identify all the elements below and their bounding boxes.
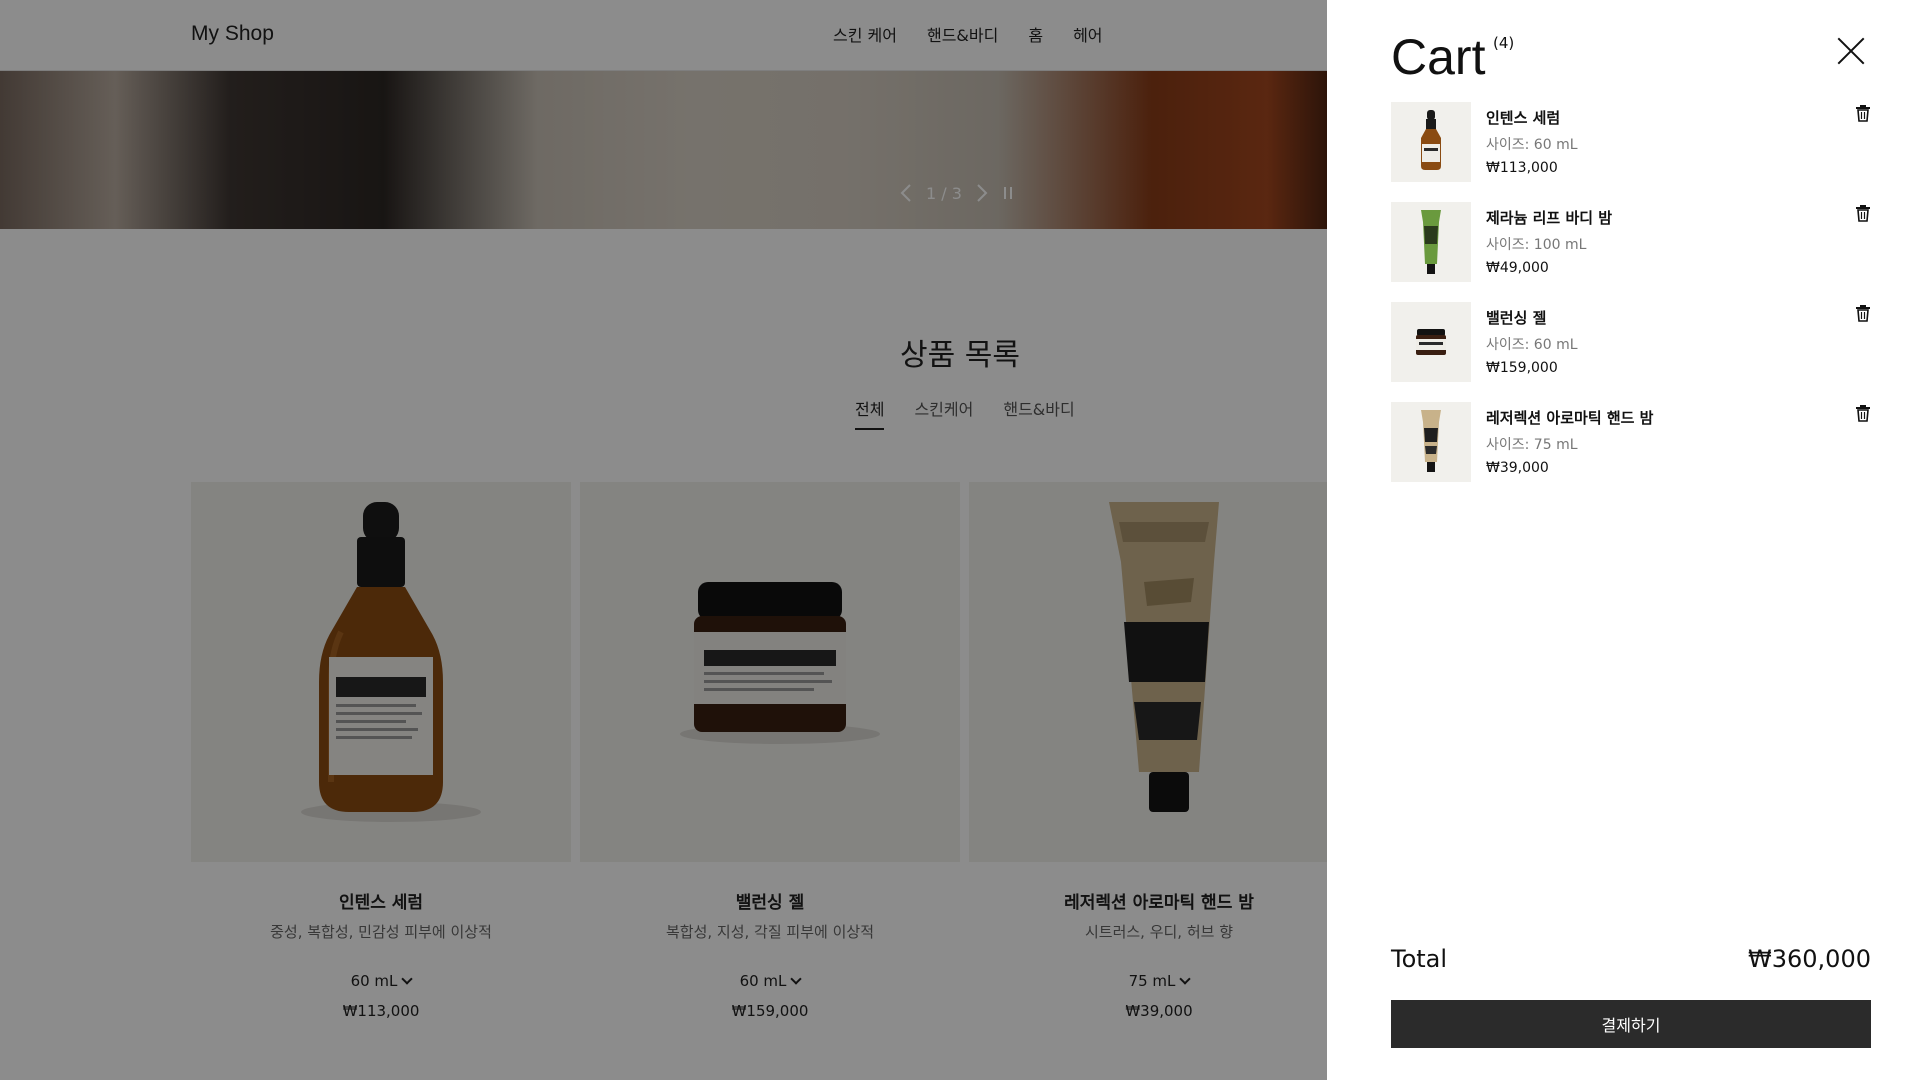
cart-item-name[interactable]: 밸런싱 젤: [1486, 307, 1578, 328]
cart-item-name[interactable]: 제라늄 리프 바디 밤: [1486, 207, 1612, 228]
cart-item-price: ₩49,000: [1486, 260, 1549, 276]
cart-item: 제라늄 리프 바디 밤 사이즈: 100 mL ₩49,000: [1391, 202, 1871, 302]
cart-item-info: 레저렉션 아로마틱 핸드 밤 사이즈: 75 mL ₩39,000: [1486, 407, 1653, 476]
modal-backdrop[interactable]: [0, 0, 1327, 1080]
trash-icon[interactable]: [1855, 104, 1871, 122]
cart-item-price: ₩39,000: [1486, 460, 1549, 476]
cart-item: 밸런싱 젤 사이즈: 60 mL ₩159,000: [1391, 302, 1871, 402]
cart-item: 레저렉션 아로마틱 핸드 밤 사이즈: 75 mL ₩39,000: [1391, 402, 1871, 502]
cart-item-thumbnail[interactable]: [1391, 402, 1471, 482]
total-label: Total: [1391, 945, 1448, 973]
cart-drawer: Cart (4) 인텐스 세럼 사이즈: 60 mL ₩113,000 제라늄 …: [1327, 0, 1920, 1080]
cart-item-price: ₩113,000: [1486, 160, 1558, 176]
total-value: ₩360,000: [1748, 945, 1871, 973]
cart-item-size: 사이즈: 60 mL: [1486, 137, 1578, 153]
cart-item-price: ₩159,000: [1486, 360, 1558, 376]
cart-item-thumbnail[interactable]: [1391, 302, 1471, 382]
cart-item-info: 인텐스 세럼 사이즈: 60 mL ₩113,000: [1486, 107, 1578, 176]
cart-item-name[interactable]: 레저렉션 아로마틱 핸드 밤: [1486, 407, 1653, 428]
cart-item-thumbnail[interactable]: [1391, 102, 1471, 182]
cart-item-thumbnail[interactable]: [1391, 202, 1471, 282]
cart-item: 인텐스 세럼 사이즈: 60 mL ₩113,000: [1391, 102, 1871, 202]
cart-item-info: 밸런싱 젤 사이즈: 60 mL ₩159,000: [1486, 307, 1578, 376]
cart-item-size: 사이즈: 100 mL: [1486, 237, 1587, 253]
cart-total-row: Total ₩360,000: [1391, 945, 1871, 973]
cart-item-size: 사이즈: 60 mL: [1486, 337, 1578, 353]
cart-items: 인텐스 세럼 사이즈: 60 mL ₩113,000 제라늄 리프 바디 밤 사…: [1391, 102, 1871, 502]
cart-item-size: 사이즈: 75 mL: [1486, 437, 1578, 453]
close-icon[interactable]: [1831, 32, 1871, 72]
trash-icon[interactable]: [1855, 204, 1871, 222]
cart-title: Cart: [1391, 29, 1486, 85]
trash-icon[interactable]: [1855, 304, 1871, 322]
cart-count-badge: (4): [1493, 34, 1515, 52]
trash-icon[interactable]: [1855, 404, 1871, 422]
cart-item-name[interactable]: 인텐스 세럼: [1486, 107, 1578, 128]
checkout-button[interactable]: 결제하기: [1391, 1000, 1871, 1048]
cart-item-info: 제라늄 리프 바디 밤 사이즈: 100 mL ₩49,000: [1486, 207, 1612, 276]
